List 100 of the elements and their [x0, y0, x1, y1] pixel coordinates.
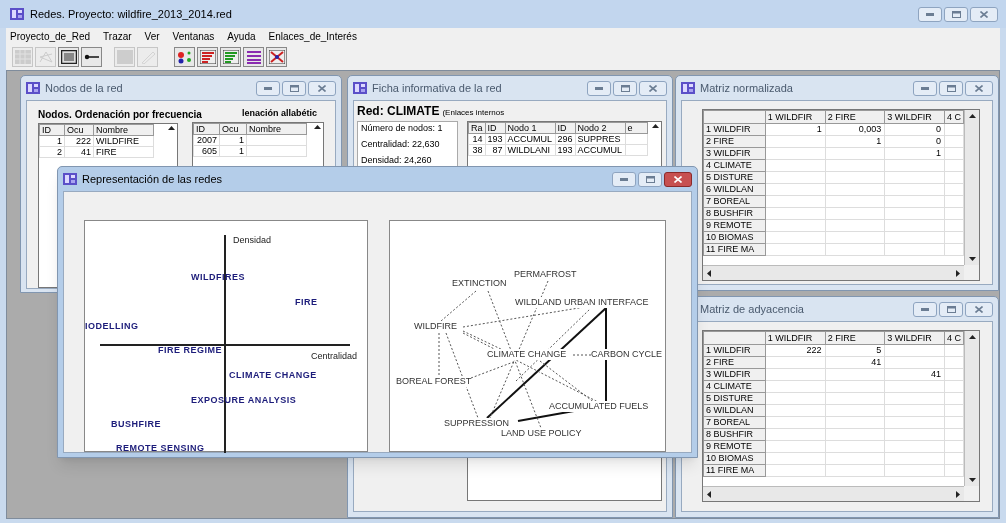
close-icon: [674, 175, 682, 183]
node-label: ACCUMULATED FUELS: [549, 401, 649, 412]
table-cell: 2: [39, 146, 65, 158]
scroll-down-icon: [968, 257, 976, 261]
table-cell: 1: [884, 147, 945, 160]
minimize-icon: [921, 86, 929, 90]
window-title: Ficha informativa de la red: [372, 80, 502, 96]
column-header: e: [625, 122, 648, 134]
close-button[interactable]: [639, 80, 667, 96]
table-cell: 296: [555, 133, 576, 145]
menu-item[interactable]: Trazar: [103, 28, 132, 44]
toolbar-button[interactable]: [81, 47, 102, 67]
table-cell: ACCUMUL: [575, 144, 626, 156]
table-cell: 2007: [193, 134, 220, 145]
table-cell: ACCUMUL: [505, 133, 556, 145]
app-icon: [26, 82, 40, 94]
close-button[interactable]: [308, 80, 336, 96]
table-cell: 605: [193, 145, 220, 156]
window-title: Representación de las redes: [82, 171, 223, 187]
scroll-right-icon: [956, 269, 960, 277]
network-name: Red: CLIMATE: [357, 103, 440, 120]
menu-item[interactable]: Ventanas: [172, 28, 215, 44]
minimize-button[interactable]: [256, 80, 280, 96]
maximize-button[interactable]: [613, 80, 637, 96]
maximize-button[interactable]: [939, 80, 963, 96]
scroll-left-icon: [707, 269, 711, 277]
column-header: 3 WILDFIR: [884, 331, 945, 345]
table-cell: 1: [765, 123, 826, 136]
scroll-up-icon: [652, 124, 659, 128]
menu-item[interactable]: Proyecto_de_Red: [10, 28, 91, 44]
node-label: CARBON CYCLE: [591, 349, 662, 360]
table-cell: 0,003: [825, 123, 885, 136]
close-icon: [975, 305, 983, 313]
table-cell: 41: [64, 146, 94, 158]
minimize-button[interactable]: [587, 80, 611, 96]
minimize-icon: [595, 86, 603, 90]
column-header: Ocu: [219, 123, 247, 134]
horizontal-scrollbar[interactable]: [703, 486, 964, 501]
app-icon: [681, 82, 695, 94]
close-button[interactable]: [970, 6, 998, 22]
table-cell: WILDFIRE: [93, 135, 154, 147]
column-header: Nombre: [93, 124, 154, 136]
window-title: Matriz normalizada: [700, 80, 793, 96]
network-note: (Enlaces internos: [442, 107, 505, 119]
app-icon: [353, 82, 367, 94]
maximize-button[interactable]: [939, 301, 963, 317]
table-cell: WILDLANI: [505, 144, 556, 156]
toolbar-button[interactable]: [58, 47, 79, 67]
list-lines-icon: [245, 50, 262, 64]
window-title: Redes. Proyecto: wildfire_2013_2014.red: [30, 6, 232, 22]
bar-list-icon: [222, 50, 239, 64]
table-cell: 222: [64, 135, 94, 147]
network-cross-icon: [268, 50, 285, 64]
table-cell: 0: [884, 135, 945, 148]
maximize-button[interactable]: [944, 6, 968, 22]
close-button[interactable]: [965, 80, 993, 96]
maximize-button[interactable]: [282, 80, 306, 96]
minimize-button[interactable]: [913, 80, 937, 96]
colored-dots-icon: [176, 50, 193, 64]
table-cell: 1: [825, 135, 885, 148]
column-header: Ra: [468, 122, 485, 134]
menu-item[interactable]: Enlaces_de_Interés: [268, 28, 357, 44]
menu-item[interactable]: Ayuda: [227, 28, 256, 44]
square-icon: [116, 50, 133, 64]
maximize-button[interactable]: [638, 171, 662, 187]
scroll-up-icon: [968, 335, 976, 339]
node-label: WILDFIRE: [414, 321, 457, 332]
minimize-icon: [620, 177, 628, 181]
maximize-icon: [946, 84, 956, 92]
scroll-up-icon: [168, 126, 175, 130]
window-title: Matriz de adyacencia: [700, 301, 804, 317]
pen-icon: [139, 50, 156, 64]
toolbar-button[interactable]: [174, 47, 195, 67]
section-heading: Nodos. Ordenación por frecuencia: [38, 108, 202, 122]
column-header: 3 WILDFIR: [884, 110, 945, 124]
grid-icon: [14, 50, 31, 64]
vertical-scrollbar[interactable]: [964, 110, 979, 265]
minimize-button[interactable]: [913, 301, 937, 317]
close-button[interactable]: [965, 301, 993, 317]
node-label: CLIMATE CHANGE: [487, 349, 567, 360]
column-header: ID: [193, 123, 220, 134]
minimize-button[interactable]: [612, 171, 636, 187]
stat-text: Centralidad: 22,630: [361, 139, 441, 150]
column-header: Nodo 2: [575, 122, 626, 134]
scroll-down-icon: [968, 478, 976, 482]
close-icon: [649, 84, 657, 92]
menu-item[interactable]: Ver: [144, 28, 160, 44]
close-button[interactable]: [664, 171, 692, 187]
table-cell: FIRE: [93, 146, 154, 158]
table-cell: 5: [825, 344, 885, 357]
table-cell: 193: [555, 144, 576, 156]
minimize-button[interactable]: [918, 6, 942, 22]
vertical-scrollbar[interactable]: [964, 331, 979, 486]
maximize-icon: [289, 84, 299, 92]
maximize-icon: [620, 84, 630, 92]
column-header: 1 WILDFIR: [765, 331, 826, 345]
stat-text: Número de nodos: 1: [361, 123, 444, 134]
horizontal-scrollbar[interactable]: [703, 265, 964, 280]
column-header: Nodo 1: [505, 122, 556, 134]
toolbar-button[interactable]: [266, 47, 287, 67]
